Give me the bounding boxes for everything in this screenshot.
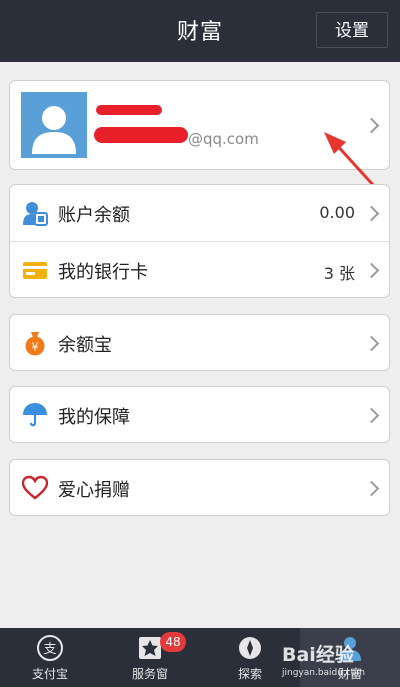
tab-service-window[interactable]: 48 服务窗 [100, 628, 200, 687]
bank-card-count: 3 张 [323, 264, 355, 283]
umbrella-icon [23, 403, 47, 427]
settings-button[interactable]: 设置 [316, 12, 388, 48]
balance-icon [23, 202, 48, 226]
compass-icon [239, 637, 261, 659]
notification-badge: 48 [160, 632, 186, 652]
insurance-row: 我的保障 [10, 387, 389, 443]
bank-card-row[interactable]: 我的银行卡 3 张 [10, 242, 389, 298]
chevron-right-icon [363, 335, 380, 352]
avatar [21, 92, 87, 158]
donation-item[interactable]: 爱心捐赠 [9, 459, 390, 516]
chevron-right-icon [363, 480, 380, 497]
account-balance-row[interactable]: 账户余额 0.00 [10, 185, 389, 241]
account-balance-label: 账户余额 [58, 205, 130, 226]
chevron-right-icon [363, 407, 380, 424]
user-silhouette-icon [32, 106, 76, 154]
account-balance-value: 0.00 [319, 203, 355, 222]
chevron-right-icon [363, 205, 380, 222]
tab-alipay[interactable]: 支 支付宝 [0, 628, 100, 687]
email-suffix: @qq.com [188, 130, 259, 148]
baidu-jingyan-watermark: Bai经验 jingyan.baidu.com [282, 640, 365, 678]
tab-service-window-label: 服务窗 [131, 667, 168, 681]
yuebao-row: ¥ 余额宝 [10, 315, 389, 371]
insurance-item[interactable]: 我的保障 [9, 386, 390, 443]
yuebao-item[interactable]: ¥ 余额宝 [9, 314, 390, 371]
account-group: 账户余额 0.00 我的银行卡 3 张 [9, 184, 390, 298]
donation-label: 爱心捐赠 [58, 480, 130, 501]
top-bar: 财富 设置 [0, 0, 400, 62]
redacted-username [96, 105, 162, 115]
yuebao-label: 余额宝 [58, 335, 112, 356]
svg-text:支: 支 [43, 642, 56, 657]
watermark-url: jingyan.baidu.com [282, 668, 366, 678]
redacted-account [94, 127, 188, 143]
bank-card-label: 我的银行卡 [58, 262, 148, 283]
bank-card-icon [23, 262, 47, 279]
alipay-icon: 支 [37, 635, 63, 661]
svg-text:¥: ¥ [32, 341, 39, 354]
heart-icon [22, 475, 48, 500]
tab-alipay-label: 支付宝 [31, 667, 68, 681]
watermark-text: Bai经验 [282, 644, 354, 666]
donation-row: 爱心捐赠 [10, 460, 389, 516]
money-bag-icon: ¥ [25, 332, 45, 356]
chevron-right-icon [363, 262, 380, 279]
insurance-label: 我的保障 [58, 407, 130, 428]
